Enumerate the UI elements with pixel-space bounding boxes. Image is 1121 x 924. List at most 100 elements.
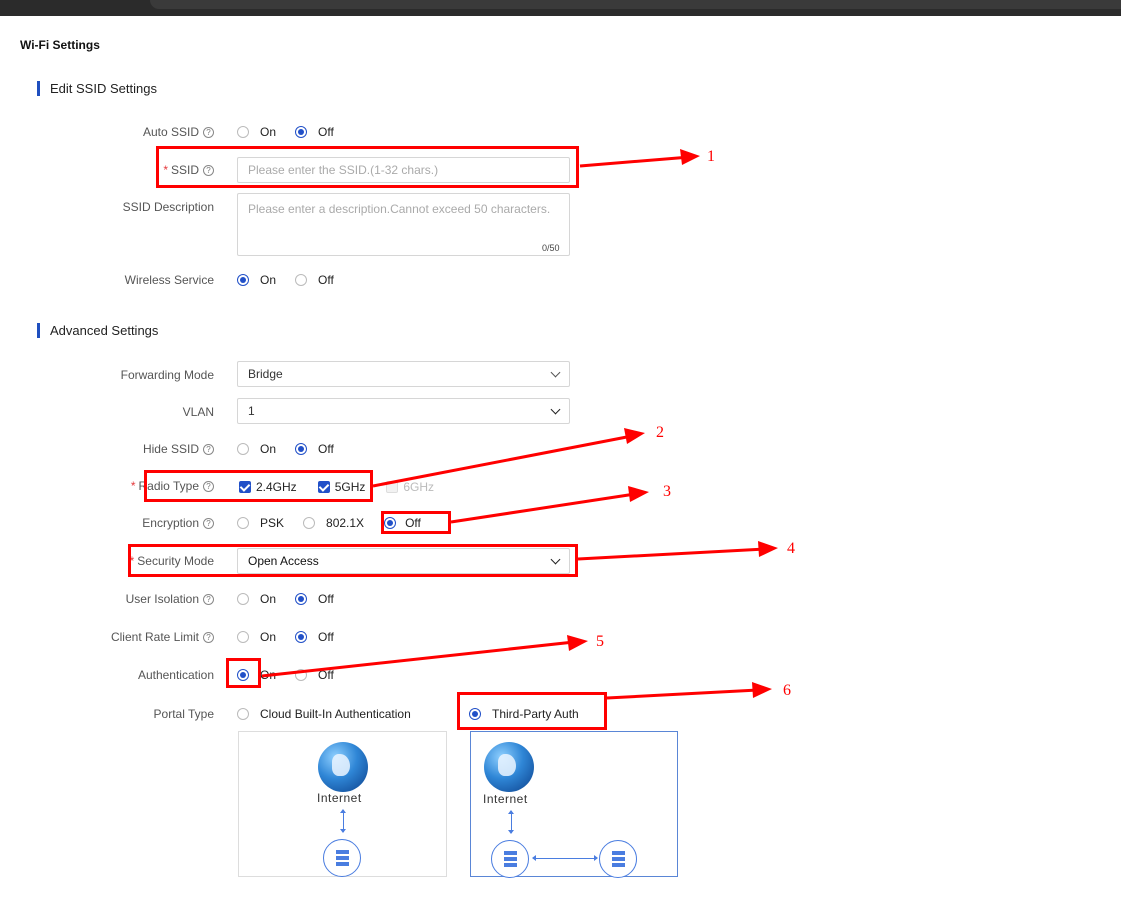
encryption-8021x-radio[interactable]: 802.1X [303,516,364,530]
checkbox-disabled [386,481,399,493]
radio-circle [295,669,308,681]
auto-ssid-label-text: Auto SSID [142,125,199,139]
select-value: 1 [248,404,255,418]
authentication-off-radio[interactable]: Off [295,668,334,682]
annotation-arrow-6 [606,688,759,700]
wireless-service-off-radio[interactable]: Off [295,273,334,287]
radio-type-6ghz-checkbox[interactable]: 6GHz [386,480,434,494]
arrowhead [758,541,778,557]
help-icon[interactable]: ? [203,444,214,455]
hide-ssid-on-radio[interactable]: On [237,442,276,456]
radio-label: Off [318,668,334,682]
radio-label: On [260,442,277,456]
radio-circle [237,593,249,605]
annotation-number-4: 4 [787,540,795,557]
ssid-description-textarea[interactable] [237,193,570,256]
arrowhead [567,635,588,651]
radio-circle-selected [295,443,308,455]
authentication-on-radio[interactable]: On [237,668,276,682]
authentication-label: Authentication [137,668,214,682]
encryption-label: Encryption? [142,516,214,530]
radio-circle-selected [237,274,249,286]
chevron-down-icon [550,404,561,414]
required-asterisk: * [130,479,136,493]
portal-type-label: Portal Type [153,707,214,721]
encryption-off-radio[interactable]: Off [384,516,421,530]
help-icon[interactable]: ? [203,594,214,605]
ssid-input[interactable] [237,157,570,183]
help-icon[interactable]: ? [203,481,214,492]
required-asterisk: * [163,163,168,177]
radio-type-5ghz-checkbox[interactable]: 5GHz [317,480,366,494]
radio-circle [237,443,249,455]
character-counter: 0/50 [542,243,560,253]
client-rate-limit-off-radio[interactable]: Off [295,630,334,644]
client-rate-limit-radio-group: On Off [237,630,353,644]
auto-ssid-off-radio[interactable]: Off [295,125,334,139]
chevron-down-icon [550,367,561,377]
radio-circle-selected [469,708,481,720]
radio-circle [237,631,249,643]
auto-ssid-on-radio[interactable]: On [237,125,276,139]
server-icon [323,839,361,877]
help-icon[interactable]: ? [203,127,214,138]
browser-tab-strip [150,0,1121,9]
help-icon[interactable]: ? [203,165,214,176]
portal-type-cloud-radio[interactable]: Cloud Built-In Authentication [237,707,411,721]
radio-label: On [260,592,277,606]
user-isolation-label-text: User Isolation [125,592,199,606]
annotation-arrow-2 [372,434,633,488]
hide-ssid-label-text: Hide SSID [142,442,199,456]
vlan-select[interactable]: 1 [237,398,570,424]
internet-label: Internet [317,791,362,805]
ssid-label-text: SSID [170,163,199,177]
security-mode-select[interactable]: Open Access [237,548,570,574]
required-asterisk: * [129,554,135,568]
cloud-auth-diagram-card[interactable]: Internet [238,731,447,877]
ssid-description-label: SSID Description [122,200,214,214]
third-party-auth-diagram-card[interactable]: Internet [470,731,678,878]
radio-label: Off [318,125,334,139]
portal-type-cloud-group: Cloud Built-In Authentication [237,707,430,721]
section-advanced-settings: Advanced Settings [37,323,158,338]
radio-label: On [260,125,277,139]
encryption-psk-radio[interactable]: PSK [237,516,284,530]
client-rate-limit-label-text: Client Rate Limit [110,630,199,644]
radio-label: Off [318,592,334,606]
authentication-radio-group: On Off [237,668,353,682]
wireless-service-on-radio[interactable]: On [237,273,276,287]
security-mode-label: * Security Mode [130,554,214,568]
client-rate-limit-on-radio[interactable]: On [237,630,276,644]
radio-label: Off [318,442,334,456]
globe-icon [484,742,534,792]
vlan-label: VLAN [182,405,214,419]
radio-label: Off [318,630,334,644]
section-edit-ssid: Edit SSID Settings [37,81,157,96]
radio-circle-selected [295,631,308,643]
annotation-number-1: 1 [707,148,715,165]
ssid-label: * SSID? [163,163,214,177]
radio-label: Off [318,273,334,287]
user-isolation-on-radio[interactable]: On [237,592,276,606]
browser-top-bar [0,0,1121,16]
radio-circle-selected [237,669,249,681]
forwarding-mode-select[interactable]: Bridge [237,361,570,387]
globe-icon [318,742,368,792]
portal-type-third-party-radio[interactable]: Third-Party Auth [469,707,579,721]
page-title: Wi-Fi Settings [20,38,100,52]
radio-circle-selected [295,593,308,605]
radio-label: On [260,273,277,287]
help-icon[interactable]: ? [203,632,214,643]
user-isolation-off-radio[interactable]: Off [295,592,334,606]
checkbox-label: 2.4GHz [256,480,297,494]
hide-ssid-off-radio[interactable]: Off [295,442,334,456]
wireless-service-label: Wireless Service [124,273,214,287]
server-icon [491,840,529,878]
checkbox-label: 5GHz [334,480,366,494]
help-icon[interactable]: ? [203,518,214,529]
annotation-number-2: 2 [656,424,664,441]
user-isolation-radio-group: On Off [237,592,353,606]
connection-arrow [532,855,598,861]
radio-type-2-4ghz-checkbox[interactable]: 2.4GHz [239,480,297,494]
radio-circle [295,274,308,286]
